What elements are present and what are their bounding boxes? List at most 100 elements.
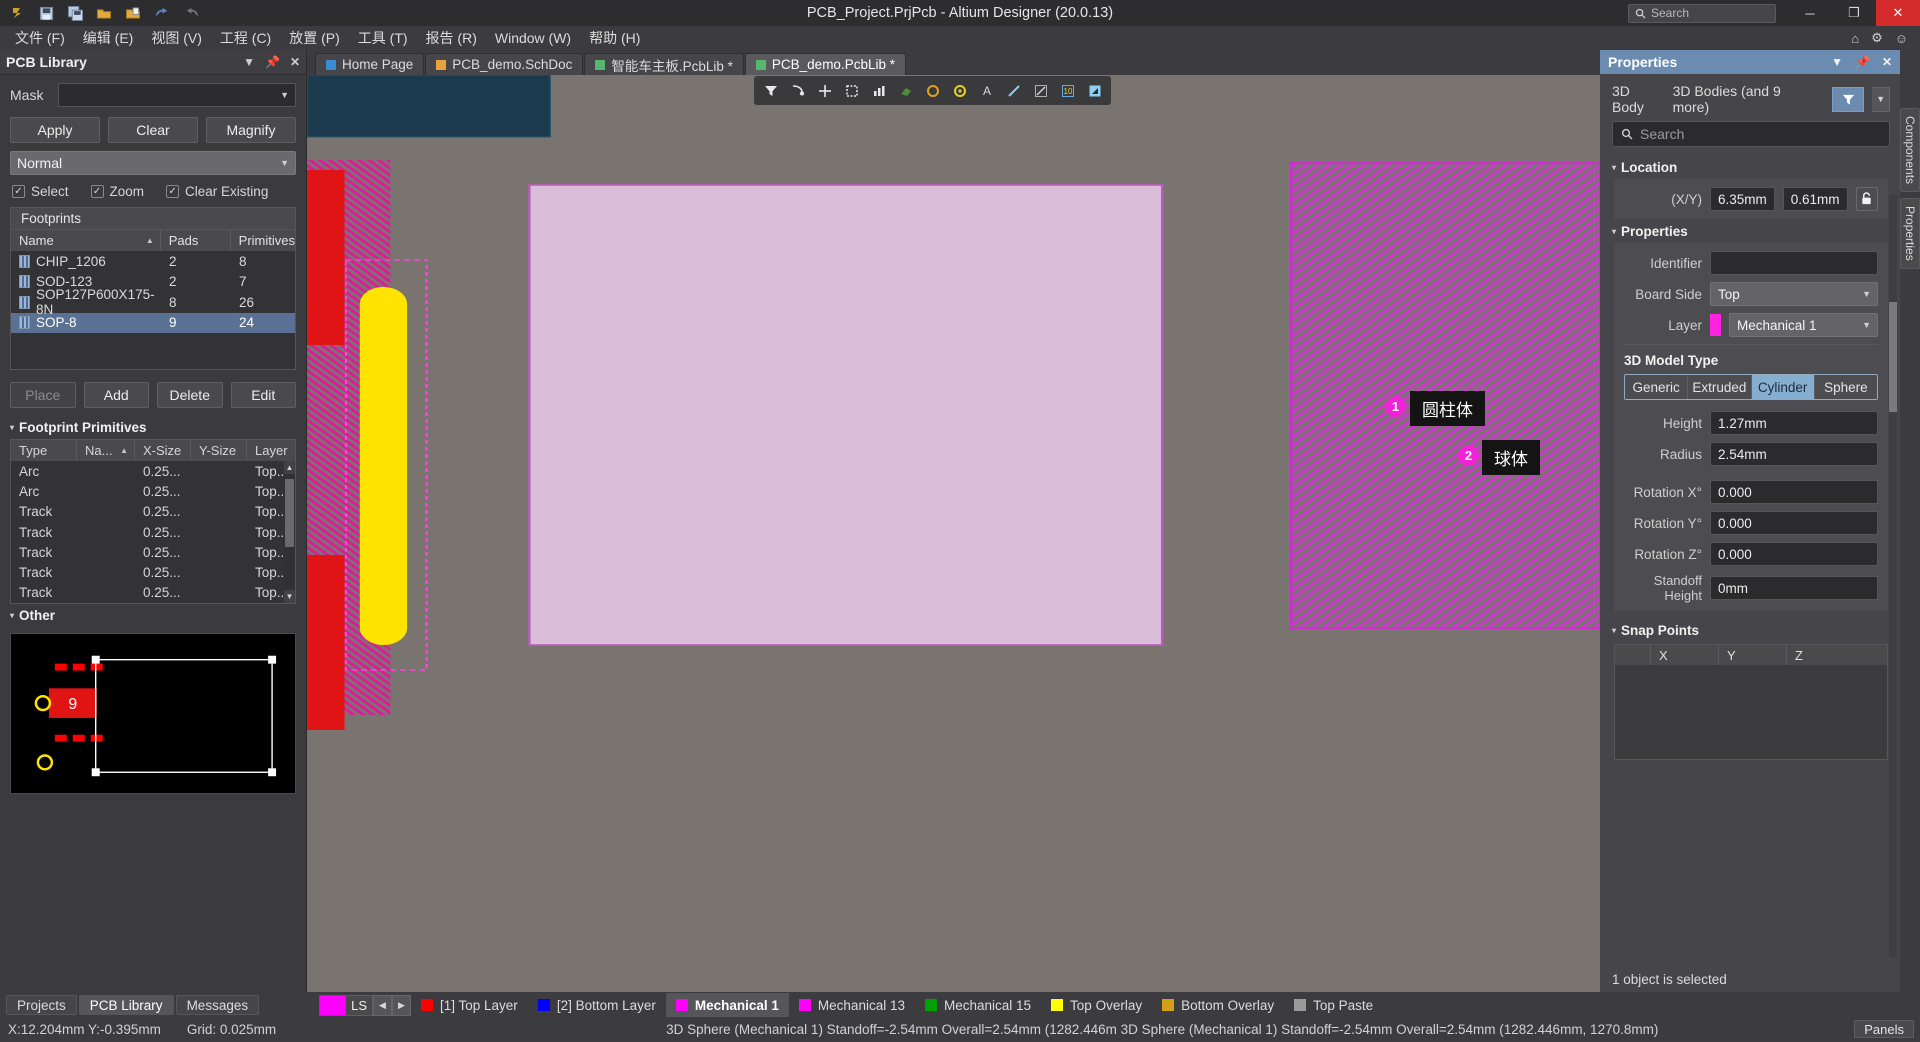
table-row[interactable]: Track 0.25... Top... (11, 522, 295, 542)
table-row[interactable]: SOP127P600X175-8N 8 26 (11, 287, 295, 317)
board-side-select[interactable]: Top ▼ (1710, 282, 1878, 306)
layer-tab-bottom-overlay[interactable]: Bottom Overlay (1152, 993, 1284, 1017)
primitives-col-xsize[interactable]: X-Size (135, 440, 191, 461)
altium-logo-icon[interactable] (4, 2, 30, 24)
circle-orange-icon[interactable] (920, 78, 945, 103)
apply-button[interactable]: Apply (10, 117, 100, 143)
scroll-down-icon[interactable]: ▼ (284, 590, 295, 604)
checkbox-clear-existing[interactable]: ✓ Clear Existing (166, 184, 268, 199)
radius-input[interactable]: 2.54mm (1710, 442, 1878, 466)
model-type-generic[interactable]: Generic (1625, 375, 1689, 399)
edge-tab-components[interactable]: Components (1900, 108, 1920, 193)
footprint-preview[interactable]: 9 (10, 633, 296, 795)
layer-tab-mechanical-1[interactable]: Mechanical 1 (665, 993, 789, 1017)
mask-input[interactable]: ▼ (58, 83, 296, 107)
magnify-button[interactable]: Magnify (206, 117, 296, 143)
select-touch-icon[interactable] (785, 78, 810, 103)
model-type-extruded[interactable]: Extruded (1688, 375, 1752, 399)
undo-icon[interactable] (149, 2, 175, 24)
measure-icon[interactable] (1028, 78, 1053, 103)
menu-edit[interactable]: 编辑 (E) (74, 26, 143, 50)
rotation-z-input[interactable]: 0.000 (1710, 542, 1878, 566)
properties-section-header[interactable]: ▾ Properties (1600, 219, 1900, 243)
clear-button[interactable]: Clear (108, 117, 198, 143)
primitives-scrollbar[interactable]: ▲ ▼ (284, 461, 295, 604)
model-type-cylinder[interactable]: Cylinder (1751, 375, 1815, 399)
table-row[interactable]: CHIP_1206 2 8 (11, 251, 295, 272)
open-project-icon[interactable] (120, 2, 146, 24)
collapse-triangle-icon[interactable]: ▾ (10, 611, 14, 620)
scrollbar-thumb[interactable] (1889, 302, 1897, 412)
primitives-col-type[interactable]: Type (11, 440, 77, 461)
edit-button[interactable]: Edit (230, 382, 296, 408)
snap-points-section-header[interactable]: ▾ Snap Points (1600, 611, 1900, 642)
panel-tab-messages[interactable]: Messages (175, 995, 260, 1015)
layer-tab-mechanical-13[interactable]: Mechanical 13 (789, 993, 915, 1017)
menu-reports[interactable]: 报告 (R) (417, 26, 486, 50)
scroll-up-icon[interactable]: ▲ (284, 461, 295, 474)
layer-tab-mechanical-15[interactable]: Mechanical 15 (915, 993, 1041, 1017)
panel-tab-projects[interactable]: Projects (6, 995, 77, 1015)
layer-tab-top-paste[interactable]: Top Paste (1284, 993, 1383, 1017)
bar-chart-icon[interactable] (866, 78, 891, 103)
layer-select[interactable]: Mechanical 1 ▼ (1729, 313, 1878, 337)
checkbox-zoom[interactable]: ✓ Zoom (90, 184, 144, 199)
table-row[interactable]: Track 0.25... Top... (11, 542, 295, 562)
identifier-input[interactable] (1710, 251, 1878, 275)
place-button[interactable]: Place (10, 382, 76, 408)
collapse-triangle-icon[interactable]: ▾ (1612, 163, 1616, 172)
snap-col-z[interactable]: Z (1787, 645, 1887, 665)
eraser-icon[interactable] (893, 78, 918, 103)
rotation-y-input[interactable]: 0.000 (1710, 511, 1878, 535)
tab-smart-car-pcblib[interactable]: 智能车主板.PcbLib * (584, 53, 744, 75)
primitives-col-ysize[interactable]: Y-Size (191, 440, 247, 461)
checkbox-zoom-box[interactable]: ✓ (90, 185, 104, 198)
letter-a-icon[interactable]: A (974, 78, 999, 103)
menu-help[interactable]: 帮助 (H) (580, 26, 649, 50)
global-search-box[interactable]: Search (1628, 3, 1776, 23)
footprint-primitives-section[interactable]: ▾ Footprint Primitives (0, 416, 306, 439)
table-row[interactable]: Track 0.25... Top... (11, 562, 295, 582)
footprints-col-name[interactable]: Name ▲ (11, 230, 161, 251)
checkbox-clear-existing-box[interactable]: ✓ (166, 185, 180, 198)
standoff-height-input[interactable]: 0mm (1710, 576, 1878, 600)
save-icon[interactable] (33, 2, 59, 24)
menu-file[interactable]: 文件 (F) (6, 26, 74, 50)
layer-scroll-right-icon[interactable]: ▶ (392, 994, 411, 1016)
delete-button[interactable]: Delete (157, 382, 223, 408)
rect-select-icon[interactable] (839, 78, 864, 103)
collapse-triangle-icon[interactable]: ▾ (1612, 626, 1616, 635)
chevron-down-icon[interactable]: ▼ (1862, 320, 1871, 330)
chevron-down-icon[interactable]: ▼ (280, 158, 289, 168)
layer-tab-top-overlay[interactable]: Top Overlay (1041, 993, 1152, 1017)
model-type-sphere[interactable]: Sphere (1814, 375, 1877, 399)
properties-search-input[interactable]: Search (1612, 121, 1890, 147)
close-icon[interactable]: ✕ (1882, 55, 1892, 69)
footprints-col-primitives[interactable]: Primitives (231, 230, 295, 251)
user-icon[interactable]: ☺ (1895, 31, 1908, 46)
primitives-col-name[interactable]: Na... ▲ (77, 440, 135, 461)
fill-icon[interactable] (1082, 78, 1107, 103)
table-row[interactable]: Arc 0.25... Top... (11, 461, 295, 481)
footprints-col-pads[interactable]: Pads (161, 230, 231, 251)
gear-icon[interactable]: ⚙ (1871, 30, 1883, 46)
open-folder-icon[interactable] (91, 2, 117, 24)
chevron-down-icon[interactable]: ▼ (1872, 86, 1891, 112)
layer-selector[interactable]: LS (319, 994, 373, 1016)
location-y-input[interactable]: 0.61mm (1782, 187, 1848, 211)
menu-project[interactable]: 工程 (C) (211, 26, 280, 50)
menu-tools[interactable]: 工具 (T) (349, 26, 417, 50)
other-section[interactable]: ▾ Other (0, 604, 306, 627)
chart-icon[interactable]: 10 (1055, 78, 1080, 103)
pin-icon[interactable]: 📌 (265, 55, 280, 69)
add-button[interactable]: Add (83, 382, 149, 408)
menu-place[interactable]: 放置 (P) (280, 26, 349, 50)
close-button[interactable]: ✕ (1876, 0, 1920, 26)
line-icon[interactable] (1001, 78, 1026, 103)
collapse-triangle-icon[interactable]: ▾ (1612, 227, 1616, 236)
crosshair-icon[interactable] (812, 78, 837, 103)
tab-pcb-demo-pcblib[interactable]: PCB_demo.PcbLib * (744, 53, 906, 75)
tab-home-page[interactable]: Home Page (315, 53, 425, 75)
save-all-icon[interactable] (62, 2, 88, 24)
filter-icon[interactable] (1832, 86, 1865, 112)
